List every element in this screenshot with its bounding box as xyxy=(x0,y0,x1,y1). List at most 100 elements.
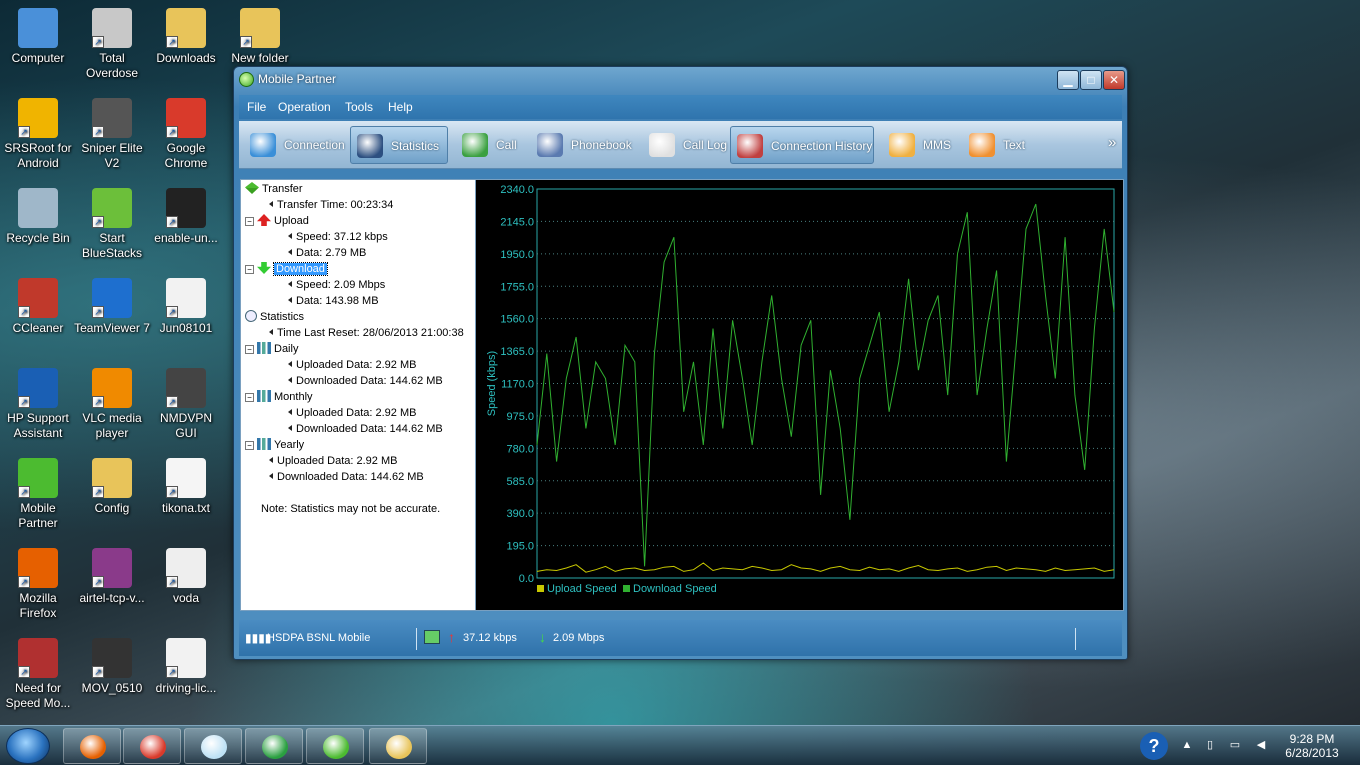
minimize-button[interactable]: ▁ xyxy=(1057,70,1079,90)
tree-leaf[interactable]: Speed: 37.12 kbps xyxy=(288,230,388,244)
desktop-icon-label: Mobile Partner xyxy=(18,501,58,530)
desktop-icon[interactable]: ↗ Google Chrome xyxy=(148,98,224,171)
text-file-icon: ↗ xyxy=(166,458,206,498)
desktop-icon[interactable]: ↗ Jun08101 xyxy=(148,278,224,336)
toolbar-phonebook-button[interactable]: Phonebook xyxy=(531,126,635,164)
shortcut-arrow-icon: ↗ xyxy=(92,486,104,498)
tree-node-monthly[interactable]: − Monthly xyxy=(245,390,313,404)
desktop-icon[interactable]: ↗ Config xyxy=(74,458,150,516)
y-tick-label: 1755.0 xyxy=(500,281,534,293)
toolbar-statistics-button[interactable]: Statistics xyxy=(350,126,448,164)
shortcut-arrow-icon: ↗ xyxy=(166,396,178,408)
help-icon[interactable]: ? xyxy=(1140,732,1168,760)
tree-leaf[interactable]: Time Last Reset: 28/06/2013 21:00:38 xyxy=(269,326,464,340)
y-tick-label: 1365.0 xyxy=(500,346,534,358)
desktop-icon[interactable]: Computer xyxy=(0,8,76,66)
statistics-tree: Transfer Transfer Time: 00:23:34 − Upload… xyxy=(240,179,476,611)
tree-node-statistics[interactable]: Statistics xyxy=(245,310,304,324)
menu-file[interactable]: File xyxy=(247,100,266,114)
toolbar-more-button[interactable]: » xyxy=(1108,134,1116,151)
shortcut-arrow-icon: ↗ xyxy=(92,576,104,588)
taskbar-chrome-button[interactable] xyxy=(123,728,181,764)
close-button[interactable]: ✕ xyxy=(1103,70,1125,90)
tree-node-upload[interactable]: − Upload xyxy=(245,214,309,228)
tree-node-transfer[interactable]: Transfer xyxy=(245,182,303,196)
desktop-icon[interactable]: ↗ Start BlueStacks xyxy=(74,188,150,261)
toolbar-call-log-button[interactable]: Call Log xyxy=(643,126,729,164)
tree-leaf[interactable]: Uploaded Data: 2.92 MB xyxy=(288,406,416,420)
desktop-icon[interactable]: ↗ enable-un... xyxy=(148,188,224,246)
shortcut-arrow-icon: ↗ xyxy=(92,36,104,48)
shortcut-arrow-icon: ↗ xyxy=(166,126,178,138)
network-icon[interactable]: ▭ xyxy=(1228,738,1242,752)
desktop-icon[interactable]: ↗ Total Overdose xyxy=(74,8,150,81)
y-tick-label: 585.0 xyxy=(506,476,534,488)
toolbar-connection-history-button[interactable]: Connection History xyxy=(730,126,874,164)
tree-leaf[interactable]: Downloaded Data: 144.62 MB xyxy=(288,422,443,436)
desktop-icon[interactable]: ↗ Mobile Partner xyxy=(0,458,76,531)
desktop-icon[interactable]: ↗ NMDVPN GUI xyxy=(148,368,224,441)
desktop-icon[interactable]: ↗ airtel-tcp-v... xyxy=(74,548,150,606)
taskbar-mobile-partner-button[interactable] xyxy=(306,728,364,764)
y-tick-label: 2340.0 xyxy=(500,184,534,196)
toolbar-text-button[interactable]: Text xyxy=(963,126,1033,164)
statistics-note: Note: Statistics may not be accurate. xyxy=(261,503,441,515)
desktop-icon[interactable]: ↗ Downloads xyxy=(148,8,224,66)
tree-node-yearly[interactable]: − Yearly xyxy=(245,438,304,452)
desktop-icon-label: VLC media player xyxy=(82,411,142,440)
y-tick-label: 780.0 xyxy=(506,443,534,455)
desktop-icon[interactable]: ↗ CCleaner xyxy=(0,278,76,336)
y-tick-label: 390.0 xyxy=(506,508,534,520)
menu-operation[interactable]: Operation xyxy=(278,100,331,114)
title-bar[interactable]: Mobile Partner ▁ □ ✕ xyxy=(234,67,1127,93)
shortcut-arrow-icon: ↗ xyxy=(18,306,30,318)
tree-leaf[interactable]: Uploaded Data: 2.92 MB xyxy=(269,454,397,468)
desktop-icon[interactable]: ↗ voda xyxy=(148,548,224,606)
desktop-icon-label: Jun08101 xyxy=(159,321,213,335)
maximize-button[interactable]: □ xyxy=(1080,70,1102,90)
status-divider xyxy=(416,628,417,650)
taskbar-firefox-button[interactable] xyxy=(63,728,121,764)
tree-leaf[interactable]: Data: 143.98 MB xyxy=(288,294,379,308)
desktop-icon[interactable]: ↗ MOV_0510 xyxy=(74,638,150,696)
desktop-icon[interactable]: ↗ TeamViewer 7 xyxy=(74,278,150,336)
tree-node-download[interactable]: − Download xyxy=(245,262,328,276)
toolbar-call-button[interactable]: Call xyxy=(456,126,522,164)
connection-history-icon xyxy=(737,134,763,158)
desktop-icon[interactable]: ↗ Need for Speed Mo... xyxy=(0,638,76,711)
desktop-icon[interactable]: ↗ Sniper Elite V2 xyxy=(74,98,150,171)
archive-icon: ↗ xyxy=(92,548,132,588)
toolbar-connection-button[interactable]: Connection xyxy=(244,126,345,164)
desktop-icon[interactable]: ↗ driving-lic... xyxy=(148,638,224,696)
menu-tools[interactable]: Tools xyxy=(345,100,373,114)
volume-muted-icon[interactable]: ◀ xyxy=(1254,738,1268,752)
desktop-icon-label: Sniper Elite V2 xyxy=(81,141,143,170)
desktop-icon[interactable]: ↗ HP Support Assistant xyxy=(0,368,76,441)
tree-leaf[interactable]: Speed: 2.09 Mbps xyxy=(288,278,385,292)
tree-leaf[interactable]: Downloaded Data: 144.62 MB xyxy=(288,374,443,388)
status-divider xyxy=(1075,628,1076,650)
tree-node-daily[interactable]: − Daily xyxy=(245,342,298,356)
tree-leaf[interactable]: Data: 2.79 MB xyxy=(288,246,366,256)
toolbar-mms-button[interactable]: MMS xyxy=(883,126,953,164)
bar-chart-icon xyxy=(257,342,271,354)
y-tick-label: 975.0 xyxy=(506,411,534,423)
tree-leaf[interactable]: Downloaded Data: 144.62 MB xyxy=(269,470,424,484)
tree-leaf[interactable]: Transfer Time: 00:23:34 xyxy=(269,198,393,212)
taskbar-notepad-button[interactable] xyxy=(184,728,242,764)
desktop-icon[interactable]: ↗ tikona.txt xyxy=(148,458,224,516)
desktop-icon[interactable]: ↗ Mozilla Firefox xyxy=(0,548,76,621)
show-hidden-icons-icon[interactable]: ▲ xyxy=(1180,738,1194,752)
tree-leaf[interactable]: Uploaded Data: 2.92 MB xyxy=(288,358,416,372)
desktop-icon[interactable]: Recycle Bin xyxy=(0,188,76,246)
desktop-icon[interactable]: ↗ New folder xyxy=(222,8,298,66)
taskbar-downloader-button[interactable] xyxy=(245,728,303,764)
menu-help[interactable]: Help xyxy=(388,100,413,114)
start-button[interactable] xyxy=(6,728,50,764)
clock[interactable]: 9:28 PM 6/28/2013 xyxy=(1284,732,1340,760)
desktop-icon[interactable]: ↗ SRSRoot for Android xyxy=(0,98,76,171)
call-log-icon xyxy=(649,133,675,157)
desktop-icon[interactable]: ↗ VLC media player xyxy=(74,368,150,441)
device-icon[interactable]: ▯ xyxy=(1203,738,1217,752)
taskbar-explorer-button[interactable] xyxy=(369,728,427,764)
